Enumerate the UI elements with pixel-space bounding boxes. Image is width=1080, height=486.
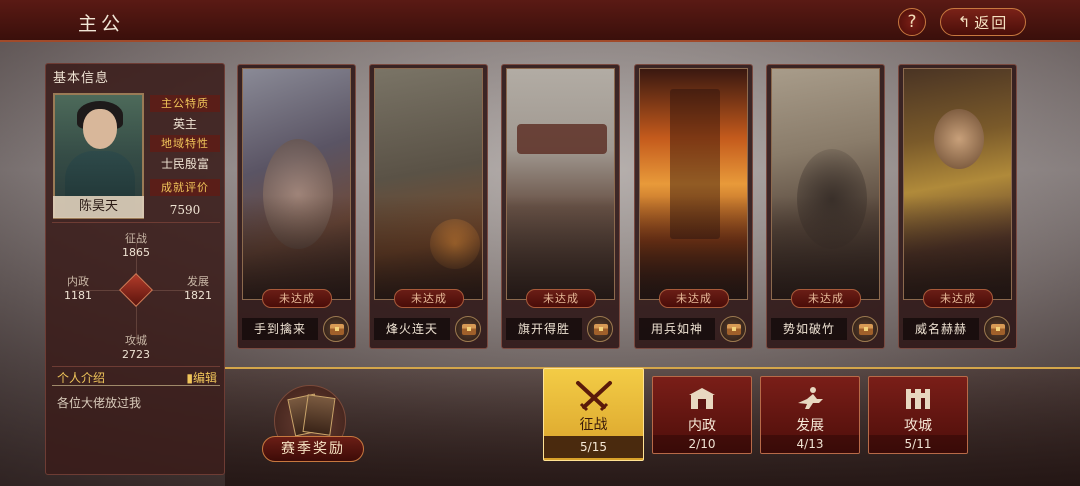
reward-chest-icon[interactable] [720, 316, 746, 342]
achievement-card[interactable]: 未达成 烽火连天 [369, 64, 488, 349]
season-reward-button[interactable]: 赛季奖励 [262, 436, 364, 462]
achievement-card[interactable]: 未达成 威名赫赫 [898, 64, 1017, 349]
intro-text: 各位大佬放过我 [57, 396, 142, 410]
card-art-image [374, 68, 483, 300]
lord-name: 陈昊天 [53, 196, 144, 218]
game-screen: 主公 ? ↰ 返回 基本信息 陈昊天 主公特质 英主 地域特性 士民殷富 成就评… [0, 0, 1080, 486]
trait-value-rating: 7590 [169, 203, 201, 217]
achievement-card[interactable]: 未达成 用兵如神 [634, 64, 753, 349]
achievement-status: 未达成 [923, 289, 993, 308]
trait-label-lord: 主公特质 [150, 95, 220, 112]
reward-chest-icon[interactable] [852, 316, 878, 342]
trait-value-region: 士民殷富 [160, 157, 209, 171]
tab-label: 发展 [796, 418, 824, 434]
card-art-image [771, 68, 880, 300]
horseman-icon [798, 387, 823, 409]
achievement-status: 未达成 [659, 289, 729, 308]
reward-chest-icon[interactable] [984, 316, 1010, 342]
profile-section-title: 基本信息 [53, 71, 110, 86]
achievement-name: 旗开得胜 [506, 318, 582, 340]
back-arrow-icon: ↰ [957, 13, 971, 31]
achievement-name: 手到擒来 [242, 318, 318, 340]
top-bar: 主公 ? ↰ 返回 [0, 0, 1080, 42]
trait-value-lord: 英主 [172, 117, 197, 131]
stat-gongcheng: 攻城 2723 [122, 334, 150, 361]
achievement-card[interactable]: 未达成 势如破竹 [766, 64, 885, 349]
help-button[interactable]: ? [898, 8, 926, 36]
crossed-swords-icon [575, 381, 612, 412]
achievement-card[interactable]: 未达成 手到擒来 [237, 64, 356, 349]
trait-label-region: 地域特性 [150, 135, 220, 152]
stat-zhengzhan: 征战 1865 [122, 232, 150, 259]
trait-label-rating: 成就评价 [150, 179, 220, 196]
achievement-status: 未达成 [262, 289, 332, 308]
tab-label: 内政 [688, 418, 716, 434]
tab-count: 4/13 [761, 435, 859, 453]
edit-icon: ▮ [186, 371, 193, 385]
profile-panel: 基本信息 陈昊天 主公特质 英主 地域特性 士民殷富 成就评价 7590 征战 1… [45, 63, 225, 475]
tab-count: 2/10 [653, 435, 751, 453]
edit-intro-button[interactable]: ▮编辑 [186, 369, 217, 386]
stat-chart: 征战 1865 内政 1181 发展 1821 攻城 2723 [52, 222, 220, 364]
tab-fazhan[interactable]: 发展 4/13 [760, 376, 860, 454]
achievement-status: 未达成 [394, 289, 464, 308]
card-art-image [242, 68, 351, 300]
intro-header: 个人介绍 ▮编辑 [52, 366, 220, 386]
card-art-image [506, 68, 615, 300]
city-gate-icon [689, 388, 715, 409]
tab-zhengzhan[interactable]: 征战 5/15 [543, 368, 644, 461]
reward-chest-icon[interactable] [455, 316, 481, 342]
achievement-card[interactable]: 未达成 旗开得胜 [501, 64, 620, 349]
tab-count: 5/11 [869, 435, 967, 453]
stat-fazhan: 发展 1821 [184, 275, 212, 302]
page-title: 主公 [78, 13, 125, 35]
intro-label: 个人介绍 [57, 371, 106, 385]
achievement-name: 势如破竹 [771, 318, 847, 340]
season-reward[interactable]: 赛季奖励 [262, 385, 364, 465]
fortress-icon [906, 389, 930, 409]
stat-neizheng: 内政 1181 [64, 275, 92, 302]
reward-chest-icon[interactable] [587, 316, 613, 342]
tab-label: 征战 [579, 417, 608, 433]
tab-gongcheng[interactable]: 攻城 5/11 [868, 376, 968, 454]
card-art-image [639, 68, 748, 300]
achievement-name: 用兵如神 [639, 318, 715, 340]
back-button[interactable]: ↰ 返回 [940, 8, 1026, 36]
card-art-image [903, 68, 1012, 300]
bottom-divider [225, 367, 1080, 369]
edit-label: 编辑 [192, 371, 217, 385]
achievement-status: 未达成 [526, 289, 596, 308]
tab-neizheng[interactable]: 内政 2/10 [652, 376, 752, 454]
reward-chest-icon[interactable] [323, 316, 349, 342]
tab-count: 5/15 [544, 436, 643, 458]
back-button-label: 返回 [974, 13, 1009, 32]
achievement-name: 威名赫赫 [903, 318, 979, 340]
stat-diamond-icon [119, 273, 153, 307]
tab-label: 攻城 [904, 418, 932, 434]
achievement-status: 未达成 [791, 289, 861, 308]
achievement-name: 烽火连天 [374, 318, 450, 340]
